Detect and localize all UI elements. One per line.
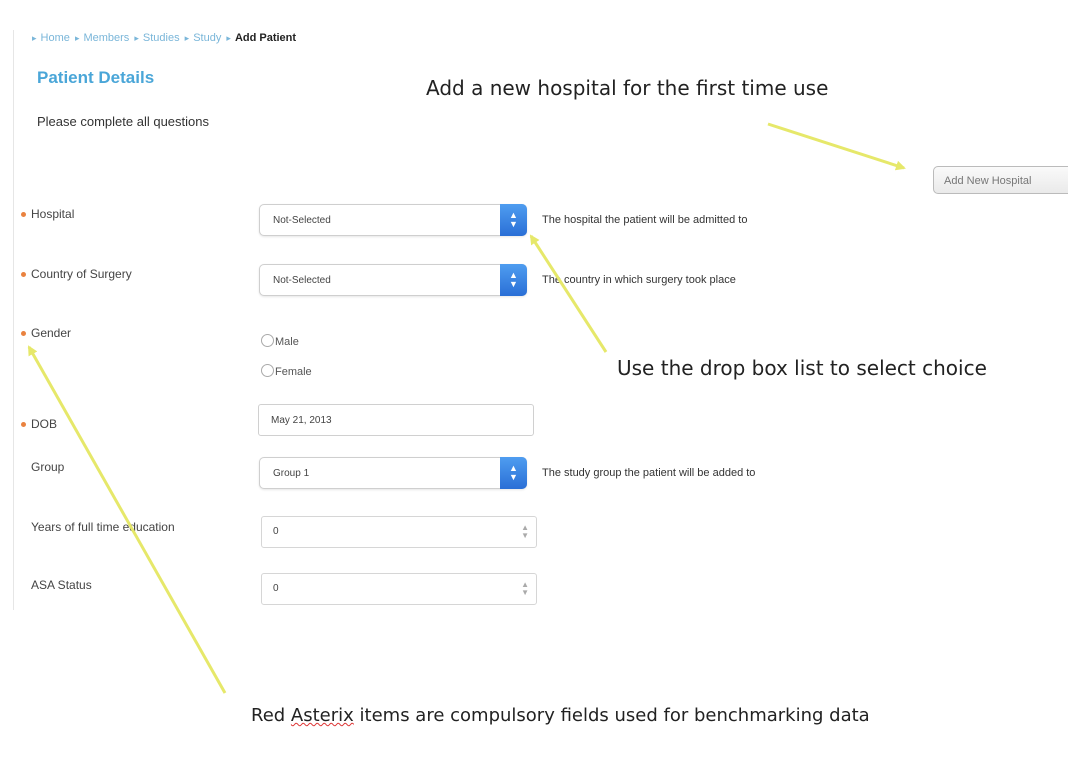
arrow-to-required-icon (27, 345, 227, 694)
arrow-to-select-icon (529, 234, 608, 353)
arrow-to-add-hospital-icon (767, 122, 906, 171)
annotation-arrows (27, 122, 906, 694)
